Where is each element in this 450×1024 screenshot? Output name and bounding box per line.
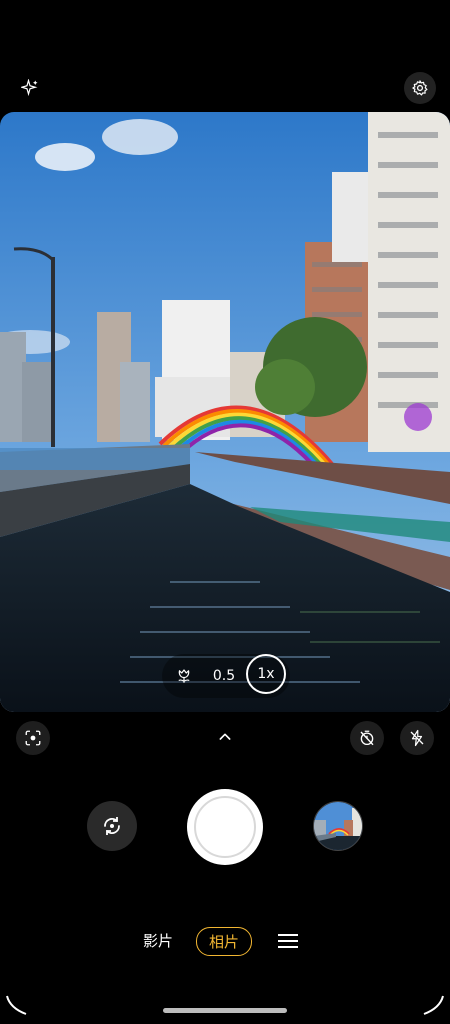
home-indicator[interactable] (163, 1008, 287, 1013)
switch-camera-button[interactable] (87, 801, 137, 851)
shutter-inner-ring (194, 796, 256, 858)
zoom-option-0-5[interactable]: 0.5 (206, 654, 242, 698)
switch-camera-icon (104, 817, 120, 835)
scan-focus-button[interactable] (16, 721, 50, 755)
corner-left-decoration (6, 995, 27, 1015)
corner-right-decoration (423, 995, 444, 1015)
tulip-icon (178, 669, 190, 683)
expand-controls-button[interactable] (212, 724, 238, 750)
macro-button[interactable] (166, 654, 202, 698)
camera-viewfinder[interactable] (0, 112, 450, 712)
mode-video[interactable]: 影片 (143, 930, 173, 951)
settings-button[interactable] (404, 72, 436, 104)
shutter-button[interactable] (187, 789, 263, 865)
menu-icon (278, 934, 298, 948)
gallery-thumbnail[interactable] (313, 801, 363, 851)
sparkle-icon (21, 79, 38, 97)
gear-icon (412, 80, 428, 96)
zoom-selector: 0.5 1x (162, 654, 290, 698)
mode-photo[interactable]: 相片 (196, 927, 253, 956)
more-modes-button[interactable] (274, 928, 302, 954)
flash-button[interactable] (400, 721, 434, 755)
zoom-option-1x[interactable]: 1x (246, 654, 286, 694)
flash-off-icon (410, 729, 424, 747)
chevron-up-icon (219, 733, 231, 740)
timer-button[interactable] (350, 721, 384, 755)
timer-off-icon (360, 730, 374, 746)
sparkle-button[interactable] (14, 72, 46, 104)
scan-focus-icon (25, 730, 41, 746)
